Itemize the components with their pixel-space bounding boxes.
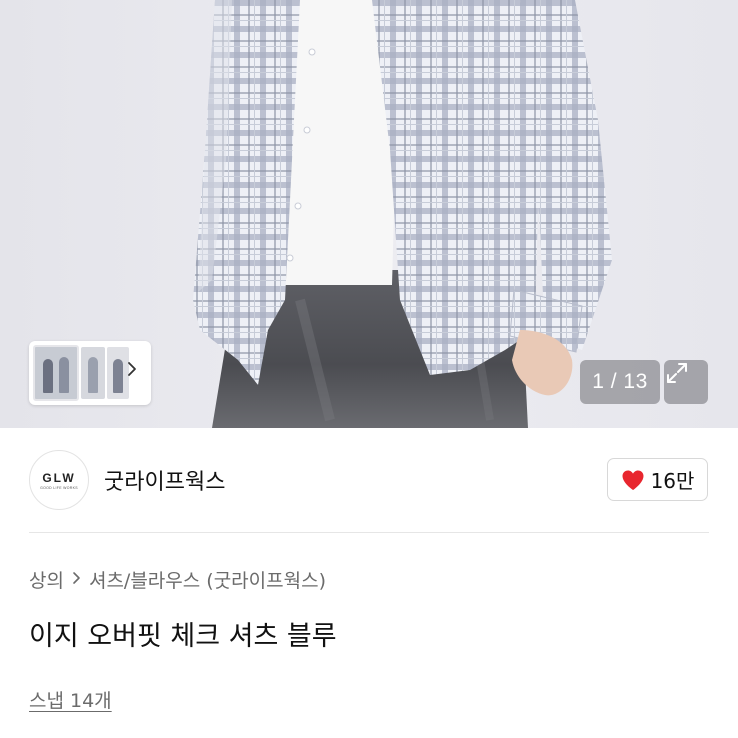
- like-button[interactable]: 16만: [607, 458, 708, 501]
- like-count: 16만: [650, 469, 695, 493]
- product-title: 이지 오버핏 체크 셔츠 블루: [29, 621, 337, 652]
- brand-name[interactable]: 굿라이프웍스: [104, 464, 225, 496]
- thumbnail-strip[interactable]: [29, 341, 151, 405]
- product-image[interactable]: 1 / 13: [0, 0, 738, 428]
- brand-logo-subtext: GOOD LIFE WORKS: [40, 485, 78, 490]
- image-counter: 1 / 13: [580, 360, 660, 404]
- thumbnail-3[interactable]: [107, 347, 129, 399]
- expand-icon: [667, 363, 687, 383]
- chevron-right-icon: [72, 570, 81, 590]
- heart-icon: [622, 470, 644, 490]
- divider: [29, 532, 709, 533]
- brand-logo[interactable]: GLW GOOD LIFE WORKS: [29, 450, 89, 510]
- breadcrumb: 상의 셔츠/블라우스 (굿라이프웍스): [29, 566, 326, 593]
- thumbnail-2[interactable]: [81, 347, 105, 399]
- thumbnail-1[interactable]: [33, 345, 79, 401]
- brand-logo-text: GLW: [42, 470, 76, 485]
- breadcrumb-item-category[interactable]: 셔츠/블라우스 (굿라이프웍스): [89, 566, 326, 593]
- snap-link[interactable]: 스냅 14개: [29, 686, 112, 713]
- chevron-right-icon[interactable]: [127, 361, 143, 385]
- expand-button[interactable]: [664, 360, 708, 404]
- breadcrumb-item-top[interactable]: 상의: [29, 566, 64, 593]
